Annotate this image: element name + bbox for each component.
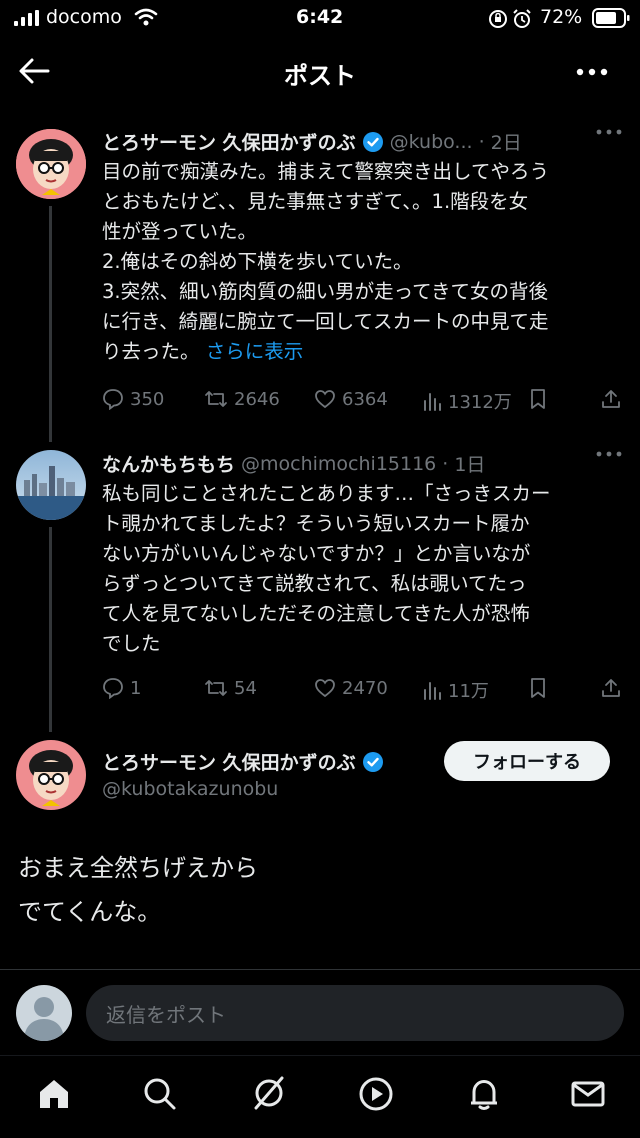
handle[interactable]: @kubotakazunobu: [102, 778, 278, 800]
show-more-link[interactable]: さらに表示: [206, 340, 304, 363]
like-button[interactable]: 2470: [314, 677, 388, 699]
separator-dot: ·: [478, 130, 485, 153]
reply-button[interactable]: 1: [102, 677, 141, 699]
display-name[interactable]: とろサーモン 久保田かずのぶ: [102, 128, 356, 155]
home-icon[interactable]: [36, 1076, 72, 1112]
views-button[interactable]: 1312万: [422, 388, 512, 414]
post-header: とろサーモン 久保田かずのぶ: [102, 748, 384, 775]
avatar-image: [16, 740, 86, 810]
post-body: おまえ全然ちげえから でてくんな。: [18, 854, 258, 926]
post-text: 目の前で痴漢みた。捕まえて警察突き出してやろう とおもたけど、、見た事無さすぎて…: [102, 157, 632, 367]
search-icon[interactable]: [142, 1076, 178, 1112]
reply-icon: [102, 388, 124, 410]
reply-count: 1: [130, 677, 142, 699]
bookmark-icon[interactable]: [528, 388, 548, 410]
reply-input[interactable]: 返信をポスト: [86, 985, 624, 1041]
share-icon[interactable]: [600, 388, 622, 410]
like-button[interactable]: 6364: [314, 388, 388, 410]
signal-icon: [14, 10, 40, 26]
like-count: 6364: [342, 388, 388, 410]
alarm-icon: [512, 9, 532, 29]
status-bar: docomo 6:42 72%: [0, 0, 640, 36]
repost-count: 2646: [234, 388, 280, 410]
page-title: ポスト: [284, 62, 356, 90]
video-icon[interactable]: [358, 1076, 394, 1112]
like-count: 2470: [342, 677, 388, 699]
repost-icon: [204, 677, 228, 699]
timestamp[interactable]: 2日: [491, 128, 522, 155]
post-more-icon[interactable]: [596, 128, 622, 136]
display-name[interactable]: なんかもちもち: [102, 450, 235, 477]
follow-button[interactable]: フォローする: [444, 741, 610, 781]
post-body: 目の前で痴漢みた。捕まえて警察突き出してやろう とおもたけど、、見た事無さすぎて…: [102, 160, 549, 363]
messages-icon[interactable]: [570, 1076, 606, 1112]
heart-icon: [314, 388, 336, 410]
views-icon: [422, 390, 442, 412]
separator-dot: ·: [442, 452, 449, 475]
avatar[interactable]: [16, 129, 86, 199]
post-header: とろサーモン 久保田かずのぶ @kubo... · 2日: [102, 128, 522, 155]
thread-line: [49, 527, 52, 732]
repost-count: 54: [234, 677, 257, 699]
battery-icon: [592, 8, 630, 28]
post-header: なんかもちもち @mochimochi15116 · 1日: [102, 450, 485, 477]
battery-percent: 72%: [540, 6, 583, 28]
verified-badge-icon: [362, 751, 384, 773]
heart-icon: [314, 677, 336, 699]
default-avatar-icon: [16, 985, 72, 1041]
divider: [0, 969, 640, 970]
wifi-icon: [134, 8, 158, 26]
clock: 6:42: [296, 6, 344, 28]
tab-bar: [0, 1062, 640, 1138]
avatar-image: [16, 450, 86, 520]
views-button[interactable]: 11万: [422, 677, 489, 703]
notifications-icon[interactable]: [466, 1076, 502, 1112]
repost-button[interactable]: 54: [204, 677, 257, 699]
reply-icon: [102, 677, 124, 699]
more-horizontal-icon[interactable]: [576, 68, 608, 76]
timestamp[interactable]: 1日: [454, 450, 485, 477]
repost-icon: [204, 388, 228, 410]
views-count: 1312万: [448, 392, 512, 413]
carrier-name: docomo: [46, 6, 122, 28]
handle[interactable]: @kubo...: [390, 131, 473, 153]
reply-placeholder: 返信をポスト: [106, 1002, 226, 1027]
views-count: 11万: [448, 681, 489, 702]
post-body: 私も同じことされたことあります…「さっきスカー ト覗かれてましたよ？そういう短い…: [102, 482, 551, 655]
avatar[interactable]: [16, 740, 86, 810]
thread-line: [49, 206, 52, 442]
bookmark-icon[interactable]: [528, 677, 548, 699]
avatar[interactable]: [16, 450, 86, 520]
post-more-icon[interactable]: [596, 450, 622, 458]
repost-button[interactable]: 2646: [204, 388, 280, 410]
handle[interactable]: @mochimochi15116: [241, 453, 436, 475]
views-icon: [422, 679, 442, 701]
divider: [0, 1055, 640, 1056]
display-name[interactable]: とろサーモン 久保田かずのぶ: [102, 748, 356, 775]
top-nav: ポスト: [0, 36, 640, 108]
share-icon[interactable]: [600, 677, 622, 699]
reply-count: 350: [130, 388, 165, 410]
avatar-image: [16, 129, 86, 199]
my-avatar[interactable]: [16, 985, 72, 1041]
orientation-lock-icon: [488, 9, 508, 29]
grok-icon[interactable]: [250, 1074, 288, 1112]
reply-button[interactable]: 350: [102, 388, 164, 410]
verified-badge-icon: [362, 131, 384, 153]
